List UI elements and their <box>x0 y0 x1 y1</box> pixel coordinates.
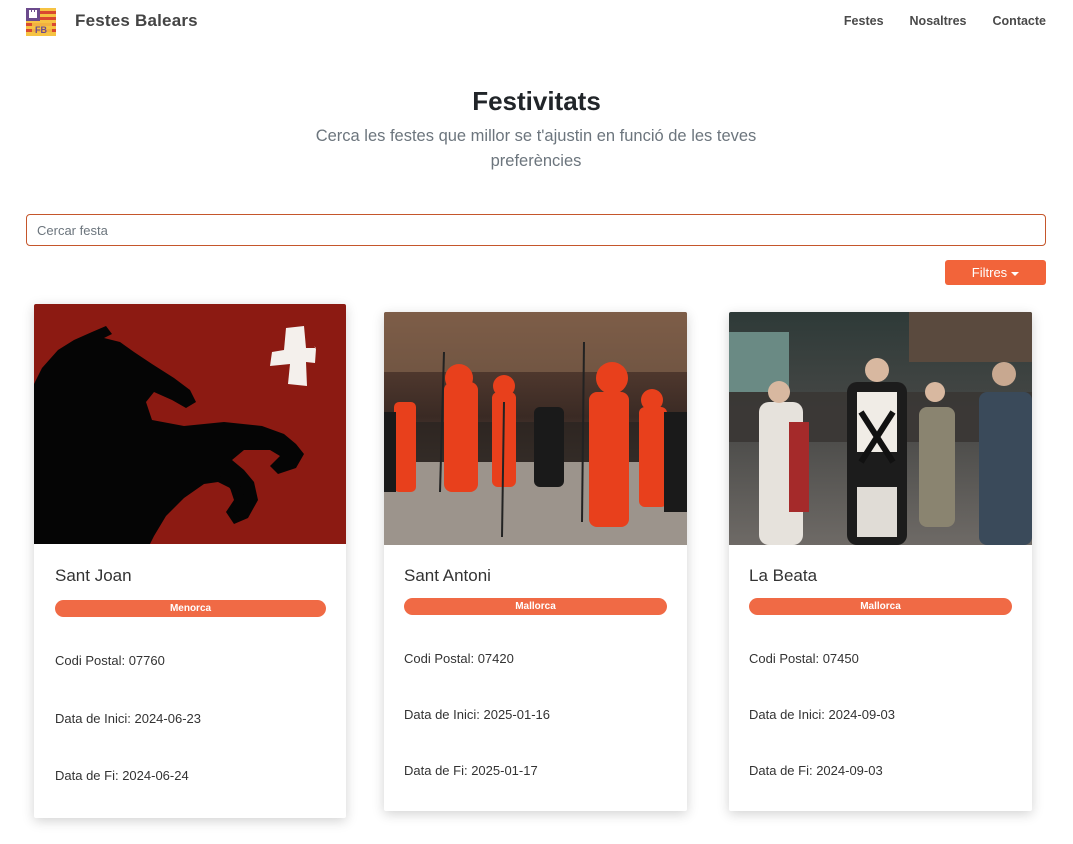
brand-name[interactable]: Festes Balears <box>75 11 198 31</box>
card-image-la-beata <box>729 312 1032 545</box>
nav-link-festes[interactable]: Festes <box>844 14 884 28</box>
card-end-date: Data de Fi: 2024-09-03 <box>749 763 883 778</box>
card-image-sant-antoni <box>384 312 687 545</box>
festival-card[interactable]: La Beata Mallorca Codi Postal: 07450 Dat… <box>729 312 1032 811</box>
page-subtitle: Cerca les festes que millor se t'ajustin… <box>315 127 757 170</box>
card-start-date: Data de Inici: 2025-01-16 <box>404 707 550 722</box>
brand-logo-text: FB <box>35 25 47 35</box>
card-title[interactable]: Sant Antoni <box>404 566 491 586</box>
navbar: FB Festes Balears Festes Nosaltres Conta… <box>0 0 1073 44</box>
card-title[interactable]: Sant Joan <box>55 566 132 586</box>
nav-links: Festes Nosaltres Contacte <box>844 14 1046 28</box>
card-postal-code: Codi Postal: 07420 <box>404 651 514 666</box>
island-badge: Menorca <box>55 600 326 617</box>
filters-dropdown-button[interactable]: Filtres <box>945 260 1046 285</box>
brand-logo[interactable]: FB <box>26 8 56 36</box>
island-badge: Mallorca <box>404 598 667 615</box>
card-title[interactable]: La Beata <box>749 566 817 586</box>
caret-down-icon <box>1011 271 1020 276</box>
card-end-date: Data de Fi: 2024-06-24 <box>55 768 189 783</box>
card-start-date: Data de Inici: 2024-09-03 <box>749 707 895 722</box>
card-postal-code: Codi Postal: 07760 <box>55 653 165 668</box>
island-badge: Mallorca <box>749 598 1012 615</box>
page-title: Festivitats <box>472 86 601 116</box>
card-start-date: Data de Inici: 2024-06-23 <box>55 711 201 726</box>
card-image-sant-joan <box>34 304 346 544</box>
festival-card[interactable]: Sant Antoni Mallorca Codi Postal: 07420 … <box>384 312 687 811</box>
card-end-date: Data de Fi: 2025-01-17 <box>404 763 538 778</box>
search-input[interactable] <box>26 214 1046 246</box>
filters-button-label: Filtres <box>971 265 1008 280</box>
nav-link-contacte[interactable]: Contacte <box>993 14 1046 28</box>
festival-card[interactable]: Sant Joan Menorca Codi Postal: 07760 Dat… <box>34 304 346 818</box>
nav-link-nosaltres[interactable]: Nosaltres <box>910 14 967 28</box>
card-postal-code: Codi Postal: 07450 <box>749 651 859 666</box>
